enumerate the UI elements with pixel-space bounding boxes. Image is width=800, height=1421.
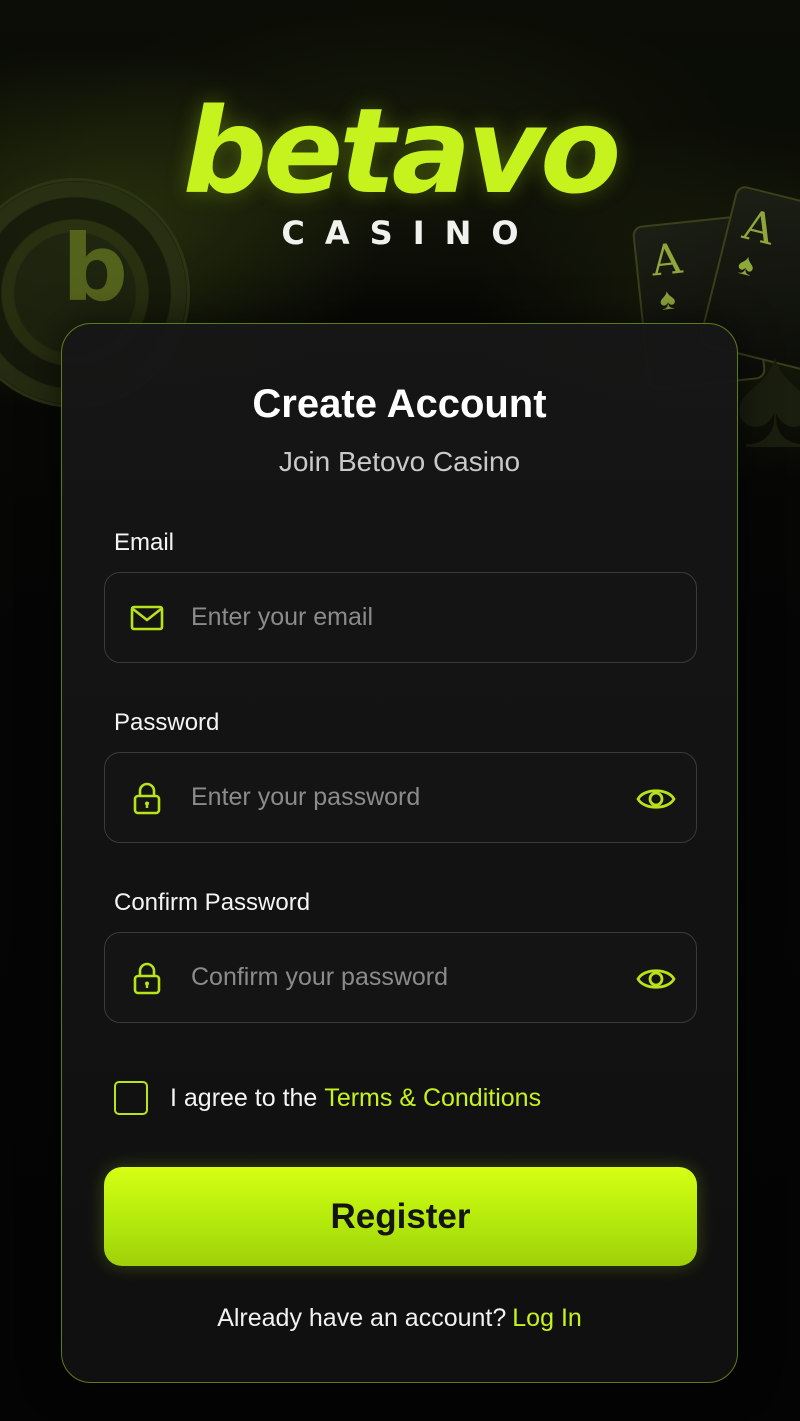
confirm-password-label: Confirm Password [114, 889, 311, 916]
email-label: Email [114, 529, 175, 556]
terms-checkbox[interactable] [114, 1081, 148, 1115]
spade-icon: ♠ [657, 282, 678, 318]
mail-icon [130, 605, 164, 631]
page-title: Create Account [252, 382, 547, 426]
register-button[interactable]: Register [104, 1167, 697, 1266]
password-input[interactable] [191, 753, 611, 841]
brand-logo: betavo [182, 82, 622, 220]
email-input[interactable] [191, 573, 611, 661]
confirm-password-input[interactable] [191, 933, 611, 1021]
password-label: Password [114, 709, 220, 736]
register-panel: Create Account Join Betovo Casino Email … [61, 323, 738, 1383]
lock-icon [133, 962, 161, 995]
login-question: Already have an account? [217, 1304, 507, 1332]
password-field[interactable] [104, 752, 697, 843]
spade-icon: ♠ [735, 311, 800, 479]
confirm-password-field[interactable] [104, 932, 697, 1023]
eye-icon[interactable] [636, 779, 676, 819]
spade-icon: ♠ [734, 247, 759, 284]
page-subtitle: Join Betovo Casino [278, 446, 521, 477]
login-prompt: Already have an account? Log In [62, 1304, 737, 1333]
eye-icon[interactable] [636, 959, 676, 999]
terms-link[interactable]: Terms & Conditions [324, 1084, 541, 1113]
agree-text: I agree to the [170, 1083, 318, 1112]
terms-agreement: I agree to the Terms & Conditions [114, 1080, 541, 1116]
login-link[interactable]: Log In [512, 1304, 582, 1332]
email-field[interactable] [104, 572, 697, 663]
lock-icon [133, 782, 161, 815]
brand-tagline: CASINO [281, 214, 539, 252]
